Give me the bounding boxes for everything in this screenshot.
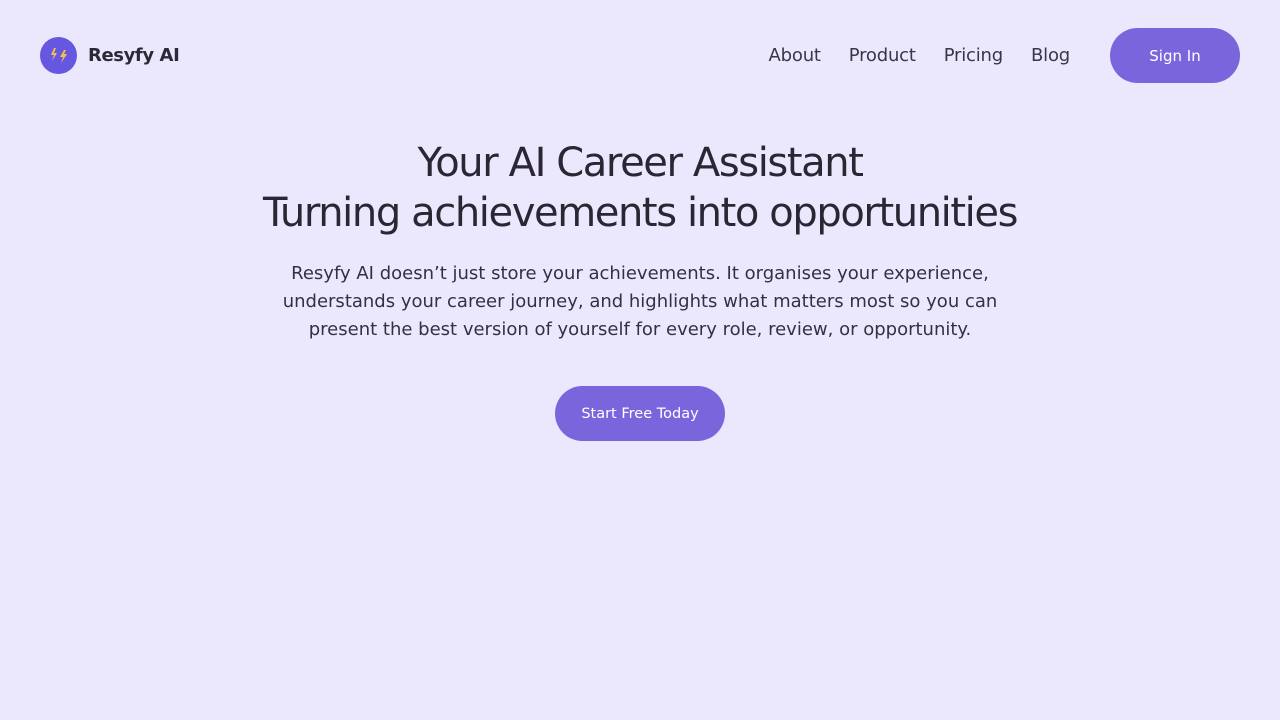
- main-nav: About Product Pricing Blog: [769, 45, 1071, 66]
- nav-link-product[interactable]: Product: [849, 45, 916, 66]
- nav-link-about[interactable]: About: [769, 45, 821, 66]
- hero-description: Resyfy AI doesn’t just store your achiev…: [282, 263, 998, 340]
- lightning-bolts-icon: [40, 37, 77, 74]
- nav-link-blog[interactable]: Blog: [1031, 45, 1070, 66]
- landing-page: Resyfy AI About Product Pricing Blog Sig…: [0, 0, 1280, 720]
- nav-link-pricing[interactable]: Pricing: [944, 45, 1003, 66]
- hero-title-line-2: Turning achievements into opportunities: [262, 190, 1018, 236]
- hero-section: Your AI Career Assistant Turning achieve…: [0, 138, 1280, 441]
- header-right: About Product Pricing Blog Sign In: [769, 28, 1240, 83]
- start-free-button[interactable]: Start Free Today: [555, 386, 725, 441]
- hero-title: Your AI Career Assistant Turning achieve…: [0, 138, 1280, 238]
- site-header: Resyfy AI About Product Pricing Blog Sig…: [40, 28, 1240, 83]
- hero-title-line-1: Your AI Career Assistant: [417, 140, 864, 186]
- sign-in-button[interactable]: Sign In: [1110, 28, 1240, 83]
- brand-home-link[interactable]: Resyfy AI: [40, 37, 180, 74]
- brand-name: Resyfy AI: [88, 45, 180, 66]
